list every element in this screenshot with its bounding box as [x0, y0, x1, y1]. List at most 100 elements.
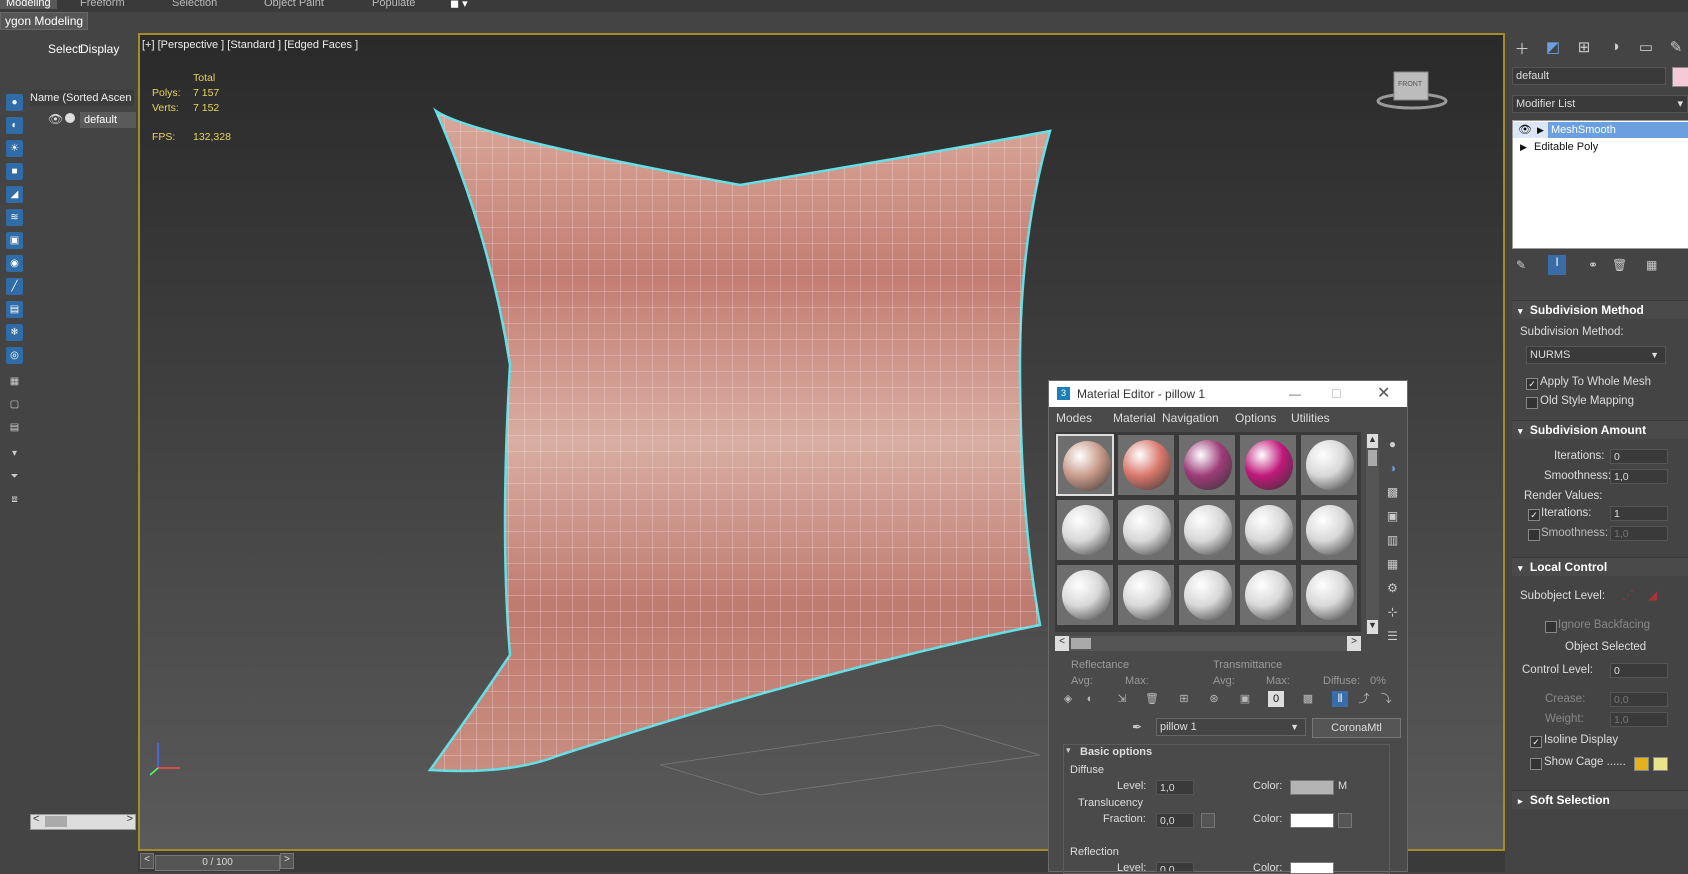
- material-sample-slot[interactable]: [1056, 499, 1114, 561]
- select-by-material-icon[interactable]: ⊹: [1384, 604, 1401, 621]
- diffuse-map-button[interactable]: M: [1338, 780, 1347, 792]
- material-type-button[interactable]: CoronaMtl: [1312, 718, 1401, 738]
- translucency-map-button[interactable]: [1338, 813, 1352, 828]
- list-icon[interactable]: ▦: [6, 373, 23, 390]
- polygon-modeling-tab[interactable]: ygon Modeling: [0, 12, 89, 30]
- control-level-spinner[interactable]: 0: [1610, 663, 1668, 678]
- stack-item-meshsmooth[interactable]: 👁 ▶ MeshSmooth: [1513, 122, 1688, 138]
- make-preview-icon[interactable]: ▦: [1384, 556, 1401, 573]
- material-sample-slot[interactable]: [1056, 564, 1114, 626]
- ignore-backfacing-checkbox[interactable]: [1545, 621, 1557, 633]
- sample-uv-icon[interactable]: ▣: [1384, 508, 1401, 525]
- sample-type-icon[interactable]: ●: [1384, 436, 1401, 453]
- cage-color-swatch[interactable]: [1634, 757, 1649, 771]
- minimize-icon[interactable]: —: [1289, 381, 1301, 407]
- ribbon-tab-selection[interactable]: Selection: [172, 0, 217, 9]
- material-sample-slot[interactable]: [1300, 564, 1358, 626]
- menu-options[interactable]: Options: [1235, 411, 1276, 425]
- layer-active-icon[interactable]: [65, 113, 75, 123]
- render-iterations-checkbox[interactable]: ✓: [1528, 509, 1540, 521]
- background-icon[interactable]: ▩: [1384, 484, 1401, 501]
- crease-spinner[interactable]: 0,0: [1610, 692, 1668, 707]
- subdivision-method-dropdown[interactable]: NURMS ▼: [1526, 346, 1666, 364]
- ribbon-tab-freeform[interactable]: Freeform: [80, 0, 125, 9]
- slots-hscrollbar[interactable]: < >: [1055, 636, 1361, 651]
- next-frame-icon[interactable]: >: [280, 853, 294, 869]
- maximize-icon[interactable]: ☐: [1331, 381, 1342, 407]
- modifier-list-dropdown[interactable]: Modifier List ▾: [1512, 95, 1688, 113]
- slots-vscrollbar[interactable]: ▲ ▼: [1366, 434, 1379, 634]
- material-editor-titlebar[interactable]: 3 Material Editor - pillow 1 — ☐ ✕: [1049, 381, 1407, 407]
- spacewarps-filter-icon[interactable]: ≋: [6, 209, 23, 226]
- lights-filter-icon[interactable]: ☀: [6, 140, 23, 157]
- motion-tab-icon[interactable]: ◑: [1605, 38, 1625, 56]
- geometry-filter-icon[interactable]: ●: [6, 94, 23, 111]
- make-copy-icon[interactable]: ⊞: [1176, 691, 1192, 707]
- reflection-level-spinner[interactable]: 0,0: [1156, 862, 1194, 872]
- utilities-tab-icon[interactable]: ✎: [1666, 38, 1686, 56]
- make-unique-icon[interactable]: ⚭: [1588, 258, 1598, 272]
- paint-icon[interactable]: ▾: [6, 445, 23, 462]
- expand-icon[interactable]: ▶: [1520, 139, 1527, 155]
- make-unique-icon[interactable]: ⊛: [1206, 691, 1222, 707]
- edge-mode-icon[interactable]: ◢: [1648, 588, 1657, 602]
- object-color-swatch[interactable]: [1672, 67, 1688, 87]
- pin-stack-icon[interactable]: ✎: [1516, 258, 1526, 272]
- reset-map-icon[interactable]: 🗑: [1144, 691, 1160, 707]
- get-material-icon[interactable]: ◈: [1060, 691, 1076, 707]
- configure-modifier-icon[interactable]: ▦: [1646, 258, 1657, 272]
- layer-icon[interactable]: ⧈: [6, 491, 23, 508]
- ribbon-tab-object-paint[interactable]: Object Paint: [264, 0, 324, 9]
- shapes-filter-icon[interactable]: ◐: [6, 117, 23, 134]
- explorer-sort-header[interactable]: Name (Sorted Ascen: [30, 90, 134, 106]
- explorer-menu-select[interactable]: Select: [48, 42, 81, 56]
- scroll-thumb[interactable]: [1071, 638, 1091, 649]
- material-sample-slot[interactable]: [1117, 434, 1175, 496]
- old-style-mapping-checkbox[interactable]: [1526, 397, 1538, 409]
- rollout-subdivision-method[interactable]: ▾ Subdivision Method: [1512, 300, 1688, 319]
- explorer-layer-default[interactable]: default: [80, 112, 136, 128]
- scroll-down-icon[interactable]: ▼: [1367, 620, 1378, 634]
- assign-to-selection-icon[interactable]: ⇲: [1114, 691, 1130, 707]
- menu-modes[interactable]: Modes: [1056, 411, 1092, 425]
- stack-item-editable-poly[interactable]: ▶ Editable Poly: [1513, 139, 1688, 155]
- hidden-filter-icon[interactable]: ◎: [6, 347, 23, 364]
- viewport-label[interactable]: [+] [Perspective ] [Standard ] [Edged Fa…: [142, 39, 358, 51]
- prev-frame-icon[interactable]: <: [140, 853, 154, 869]
- material-sample-slot[interactable]: [1300, 434, 1358, 496]
- material-sample-slot[interactable]: [1117, 499, 1175, 561]
- helpers-filter-icon[interactable]: ◢: [6, 186, 23, 203]
- material-sample-slot[interactable]: [1239, 434, 1297, 496]
- hierarchy-tab-icon[interactable]: ⊞: [1574, 38, 1594, 56]
- explorer-scrollbar[interactable]: < >: [30, 813, 136, 830]
- close-icon[interactable]: ✕: [1377, 381, 1390, 407]
- filter-icon[interactable]: ⏷: [6, 468, 23, 485]
- material-sample-slot[interactable]: [1178, 499, 1236, 561]
- scroll-left-icon[interactable]: <: [1055, 636, 1069, 651]
- rollout-soft-selection[interactable]: ▸ Soft Selection: [1512, 790, 1688, 809]
- modify-tab-icon[interactable]: ◩: [1543, 38, 1563, 56]
- put-to-scene-icon[interactable]: ◐: [1082, 691, 1098, 707]
- material-map-navigator-icon[interactable]: ☰: [1384, 628, 1401, 645]
- rollout-subdivision-amount[interactable]: ▾ Subdivision Amount: [1512, 420, 1688, 439]
- expand-icon[interactable]: ▶: [1537, 122, 1544, 138]
- time-slider[interactable]: 0 / 100: [155, 855, 280, 871]
- show-end-result-icon[interactable]: ⫴: [1332, 691, 1348, 707]
- material-id-icon[interactable]: 0: [1268, 691, 1284, 707]
- scroll-left-icon[interactable]: <: [33, 813, 39, 825]
- apply-whole-mesh-checkbox[interactable]: ✓: [1526, 378, 1538, 390]
- xrefs-filter-icon[interactable]: ◉: [6, 255, 23, 272]
- material-sample-slot[interactable]: [1117, 564, 1175, 626]
- cage-selected-color-swatch[interactable]: [1653, 757, 1668, 771]
- go-to-parent-icon[interactable]: ⤴: [1356, 691, 1372, 707]
- material-sample-slot[interactable]: [1300, 499, 1358, 561]
- menu-material[interactable]: Material: [1113, 411, 1156, 425]
- fraction-spinner[interactable]: 0,0: [1156, 813, 1194, 828]
- rollout-local-control[interactable]: ▾ Local Control: [1512, 557, 1688, 576]
- groups-filter-icon[interactable]: ▣: [6, 232, 23, 249]
- translucency-color-swatch[interactable]: [1290, 813, 1334, 828]
- weight-spinner[interactable]: 1,0: [1610, 712, 1668, 727]
- show-cage-checkbox[interactable]: [1530, 758, 1542, 770]
- create-tab-icon[interactable]: ＋: [1512, 38, 1532, 58]
- scroll-thumb[interactable]: [45, 816, 67, 827]
